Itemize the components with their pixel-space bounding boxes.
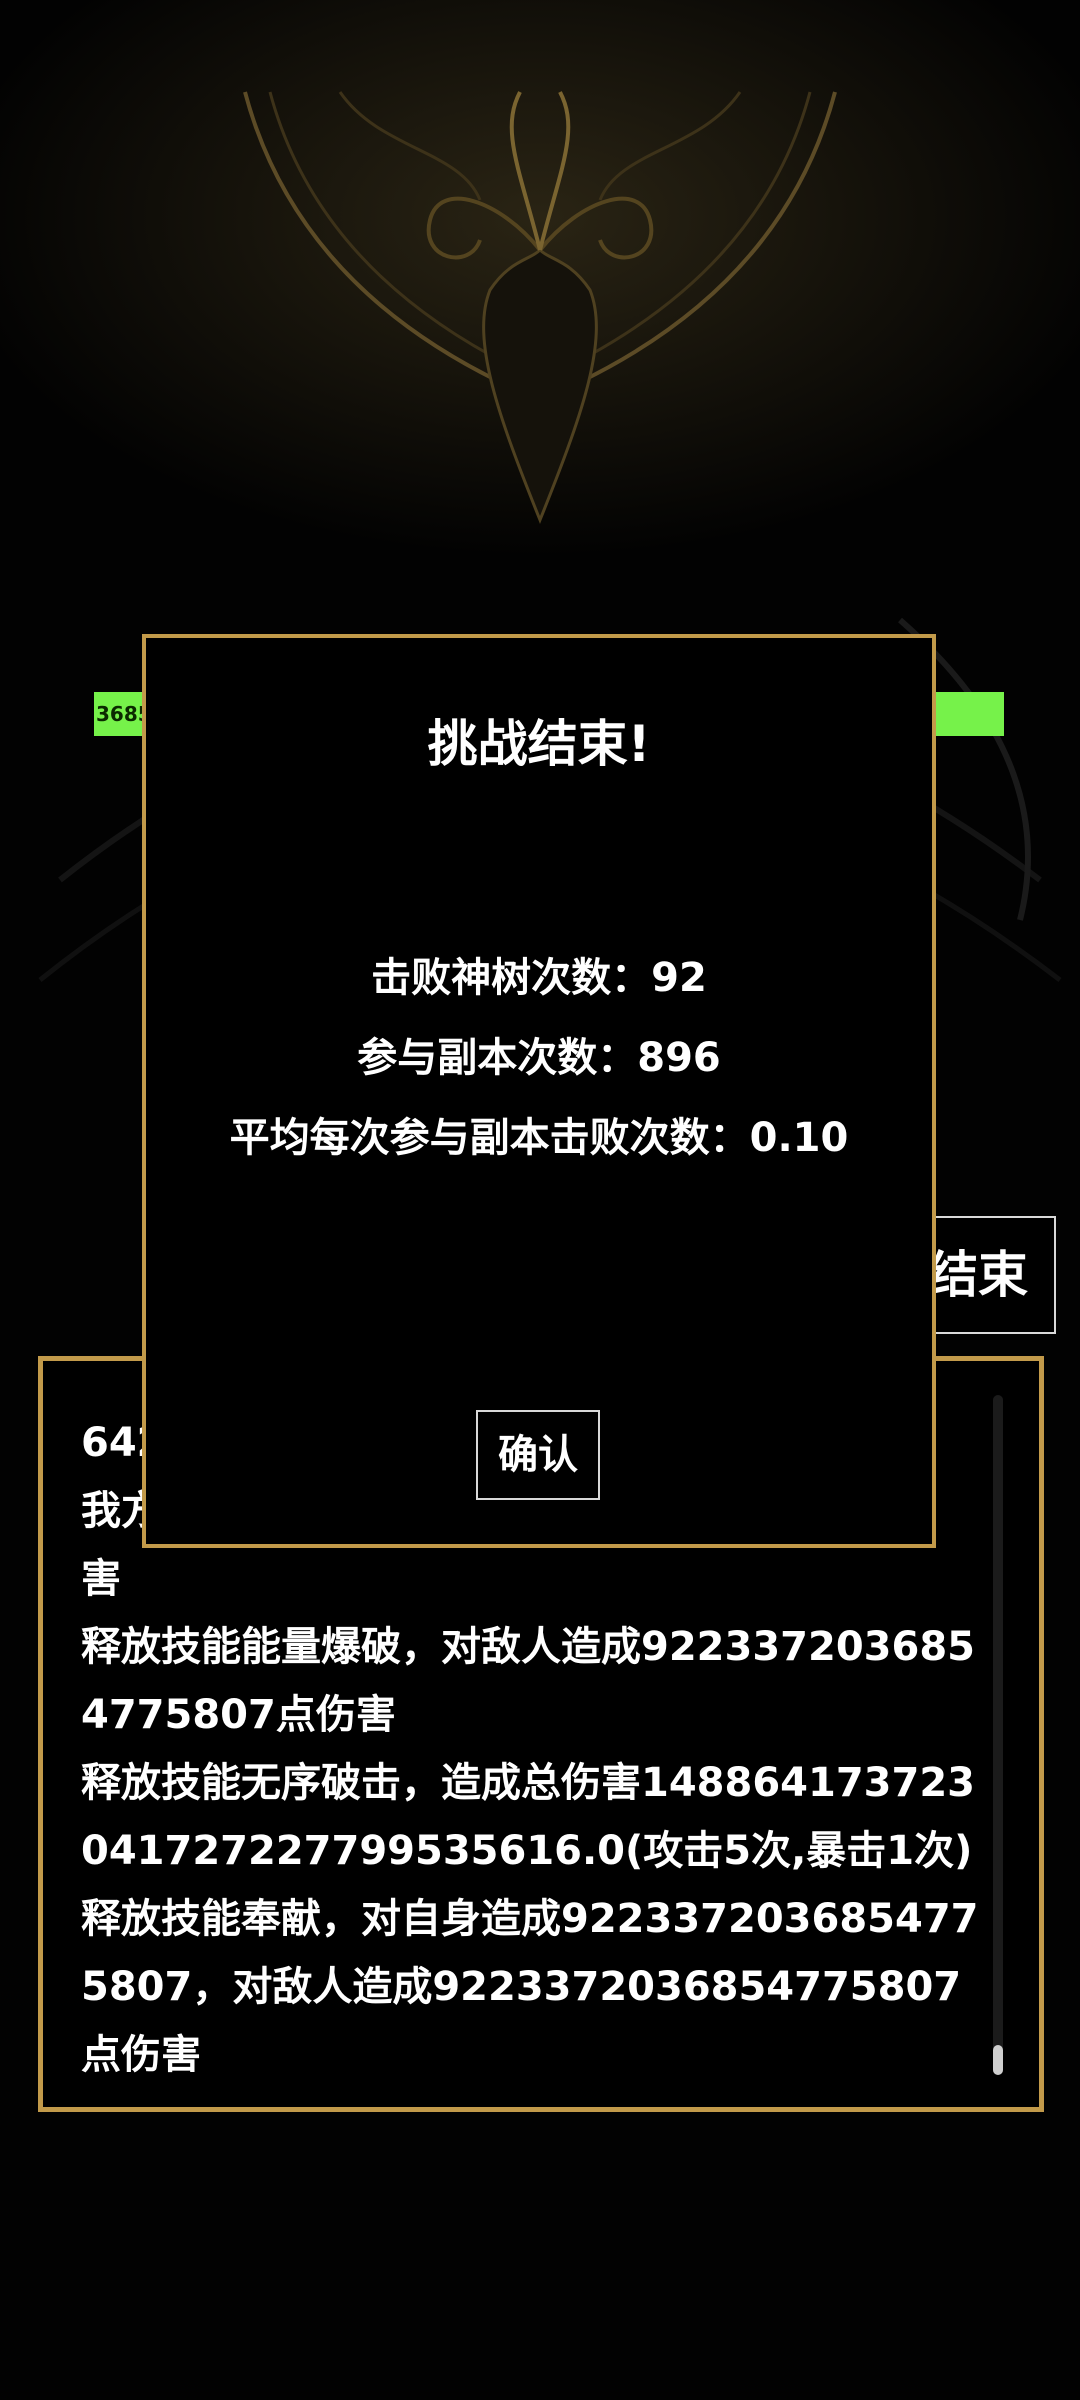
game-screen: 3685 结束 642 我方 害 释放技能能量爆破，对敌人造成922337203… (0, 0, 1080, 2400)
challenge-result-dialog: 挑战结束! 击败神树次数：92 参与副本次数：896 平均每次参与副本击败次数：… (142, 634, 936, 1548)
defeat-count-label: 击败神树次数： (371, 955, 652, 1001)
log-scrollbar-thumb[interactable] (993, 2045, 1003, 2075)
participate-count-label: 参与副本次数： (357, 1035, 638, 1081)
log-line: 释放技能能量爆破，对敌人造成9223372036854775807点伤害 (81, 1624, 975, 1738)
confirm-button[interactable]: 确认 (476, 1410, 600, 1500)
average-value: 0.10 (749, 1115, 849, 1161)
participate-count-value: 896 (637, 1035, 721, 1081)
result-stats: 击败神树次数：92 参与副本次数：896 平均每次参与副本击败次数：0.10 (146, 938, 932, 1178)
emblem-icon (0, 0, 1080, 620)
average-line: 平均每次参与副本击败次数：0.10 (146, 1098, 932, 1178)
log-line: 释放技能无序破击，造成总伤害14886417372304172722779953… (81, 1760, 975, 1874)
dialog-title: 挑战结束! (427, 715, 651, 773)
log-scrollbar[interactable] (993, 1395, 1003, 2075)
participate-count-line: 参与副本次数：896 (146, 1018, 932, 1098)
defeat-count-line: 击败神树次数：92 (146, 938, 932, 1018)
log-line: 释放技能奉献，对自身造成9223372036854775807，对敌人造成922… (81, 1896, 979, 2078)
confirm-button-label: 确认 (498, 1432, 578, 1478)
defeat-count-value: 92 (651, 955, 707, 1001)
log-line: 害 (81, 1556, 121, 1602)
end-button-label: 结束 (928, 1246, 1028, 1304)
average-label: 平均每次参与副本击败次数： (229, 1115, 750, 1161)
